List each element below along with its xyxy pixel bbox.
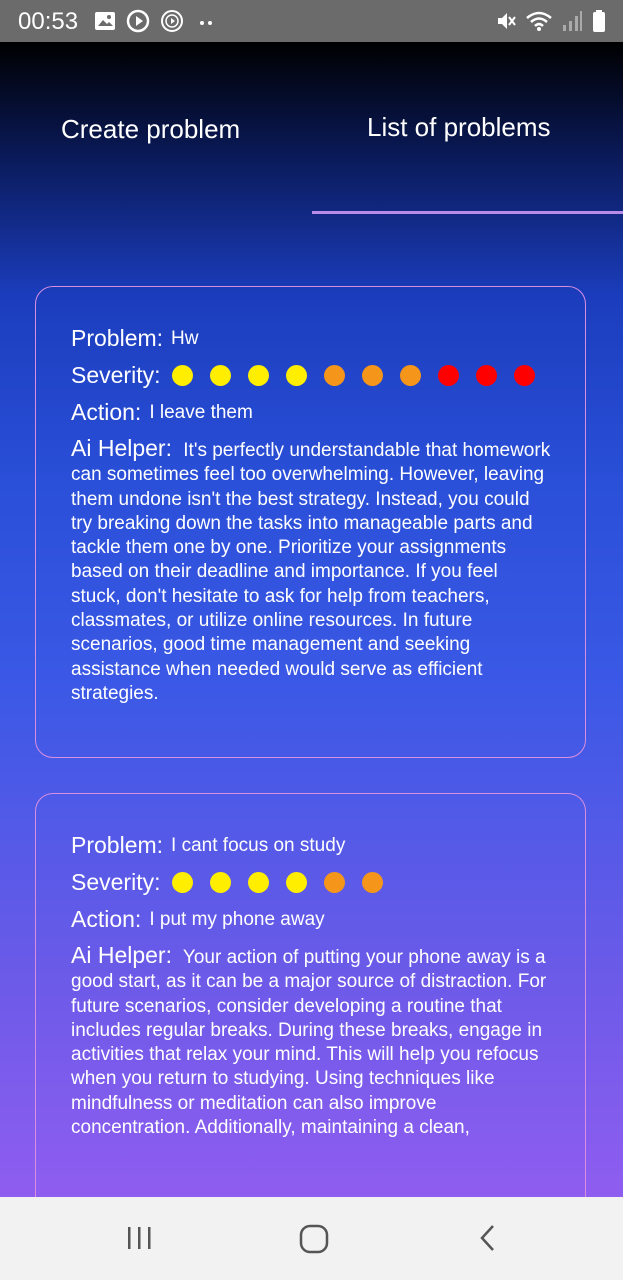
home-icon[interactable] bbox=[298, 1223, 330, 1255]
status-bar: 00:53 bbox=[0, 0, 623, 42]
image-icon bbox=[95, 12, 115, 30]
severity-dot bbox=[210, 872, 232, 893]
severity-dot bbox=[438, 365, 460, 386]
tab-bar: Create problem List of problems bbox=[0, 42, 623, 217]
status-time: 00:53 bbox=[18, 8, 79, 35]
severity-dot bbox=[210, 365, 232, 386]
ai-helper-text: Your action of putting your phone away i… bbox=[71, 947, 547, 1139]
status-left-icons bbox=[94, 9, 218, 33]
ai-helper-label: Ai Helper: bbox=[71, 435, 172, 461]
severity-row: Severity: bbox=[71, 362, 551, 389]
severity-dots bbox=[172, 365, 536, 386]
severity-dot bbox=[248, 365, 270, 386]
problem-row: Problem: I cant focus on study bbox=[71, 832, 551, 859]
battery-icon bbox=[593, 10, 605, 32]
severity-dot bbox=[514, 365, 536, 386]
problem-card[interactable]: Problem: I cant focus on study Severity:… bbox=[35, 793, 586, 1197]
ai-helper-block: Ai Helper: Your action of putting your p… bbox=[71, 943, 551, 1140]
action-row: Action: I put my phone away bbox=[71, 906, 551, 933]
ai-helper-label: Ai Helper: bbox=[71, 942, 172, 968]
action-row: Action: I leave them bbox=[71, 399, 551, 426]
problem-card[interactable]: Problem: Hw Severity: Action: I leave th… bbox=[35, 286, 586, 758]
severity-label: Severity: bbox=[71, 869, 161, 895]
system-nav-bar bbox=[0, 1197, 623, 1280]
severity-row: Severity: bbox=[71, 869, 551, 896]
problem-value: Hw bbox=[171, 327, 199, 349]
action-value: I leave them bbox=[149, 401, 253, 423]
back-icon[interactable] bbox=[476, 1223, 500, 1255]
problem-label: Problem: bbox=[71, 325, 164, 351]
problem-label: Problem: bbox=[71, 832, 164, 858]
app-content: Create problem List of problems Problem:… bbox=[0, 42, 623, 1197]
mute-icon bbox=[498, 13, 516, 29]
more-dots-icon bbox=[200, 21, 212, 25]
tab-indicator bbox=[312, 211, 623, 214]
severity-dot bbox=[172, 872, 194, 893]
severity-dot bbox=[400, 365, 422, 386]
severity-dot bbox=[362, 872, 384, 893]
severity-dot bbox=[324, 365, 346, 386]
severity-dot bbox=[286, 872, 308, 893]
wifi-icon bbox=[526, 11, 552, 31]
severity-dot bbox=[286, 365, 308, 386]
recent-apps-icon[interactable] bbox=[126, 1223, 154, 1255]
severity-dot bbox=[362, 365, 384, 386]
severity-dot bbox=[172, 365, 194, 386]
severity-dot bbox=[324, 872, 346, 893]
tab-list-of-problems[interactable]: List of problems bbox=[367, 112, 551, 143]
action-label: Action: bbox=[71, 399, 142, 425]
problem-row: Problem: Hw bbox=[71, 325, 551, 352]
signal-icon bbox=[563, 11, 582, 31]
ai-helper-block: Ai Helper: It's perfectly understandable… bbox=[71, 436, 551, 706]
severity-label: Severity: bbox=[71, 362, 161, 388]
status-right-icons bbox=[495, 9, 607, 33]
tab-create-problem[interactable]: Create problem bbox=[61, 114, 240, 145]
severity-dot bbox=[476, 365, 498, 386]
ai-helper-text: It's perfectly understandable that homew… bbox=[71, 440, 551, 704]
media-icon bbox=[161, 10, 183, 32]
severity-dot bbox=[248, 872, 270, 893]
play-icon bbox=[126, 9, 150, 33]
action-value: I put my phone away bbox=[149, 908, 325, 930]
problem-value: I cant focus on study bbox=[171, 834, 346, 856]
severity-dots bbox=[172, 872, 384, 893]
action-label: Action: bbox=[71, 906, 142, 932]
